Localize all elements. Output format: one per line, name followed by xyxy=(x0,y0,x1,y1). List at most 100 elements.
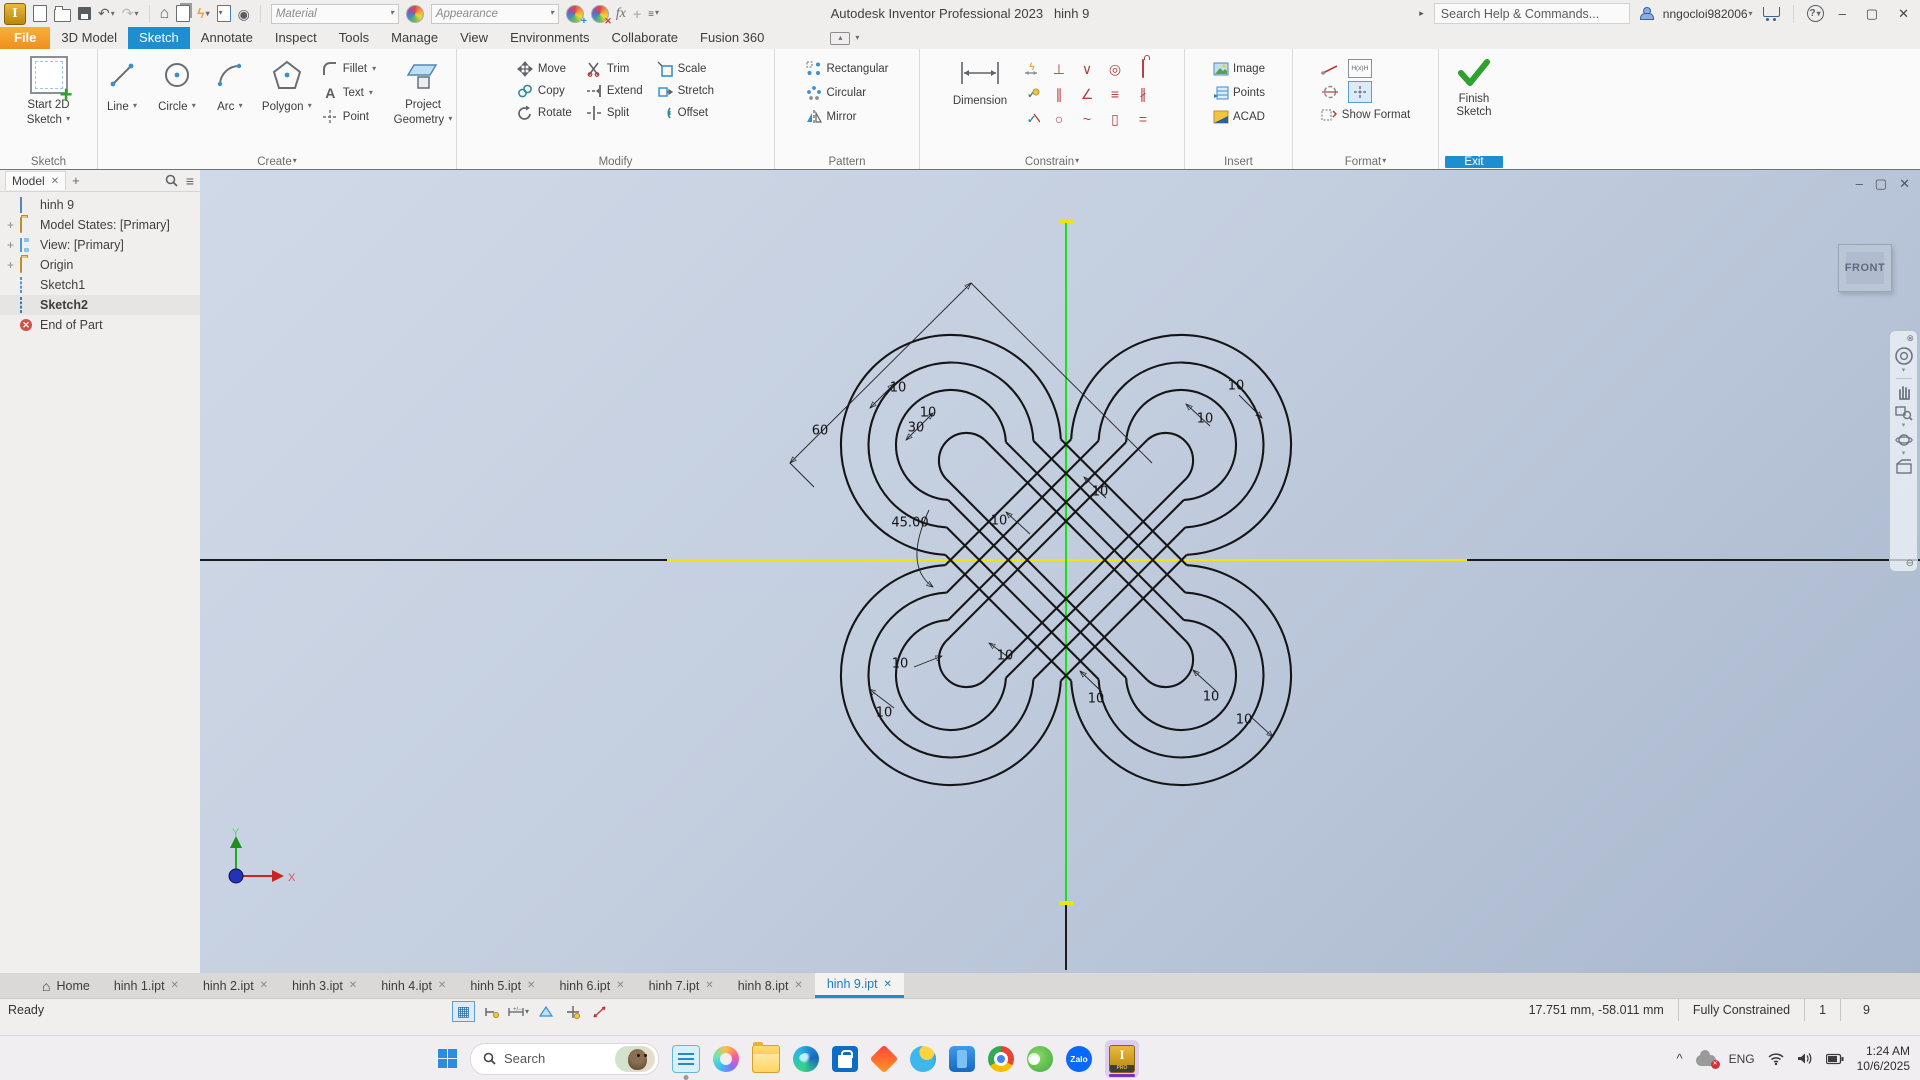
tab-fusion360[interactable]: Fusion 360 xyxy=(689,27,775,49)
sketch-canvas[interactable]: 60 10 10 30 45.00 10 10 10 10 10 10 10 1… xyxy=(200,170,1920,973)
help-search-input[interactable]: Search Help & Commands... xyxy=(1433,3,1630,24)
circle-button[interactable]: Circle xyxy=(152,52,202,114)
save-icon[interactable] xyxy=(78,7,91,20)
undo-icon[interactable]: ↶ xyxy=(98,6,115,21)
panel-label-modify[interactable]: Modify xyxy=(457,156,774,168)
zalo-app-icon[interactable]: Zalo xyxy=(1066,1045,1092,1072)
phone-link-icon[interactable] xyxy=(949,1045,975,1072)
clock[interactable]: 1:24 AM 10/6/2025 xyxy=(1857,1044,1910,1074)
smooth-constraint-icon[interactable]: ~ xyxy=(1083,111,1091,127)
view-cube-front-face[interactable]: FRONT xyxy=(1839,245,1891,291)
language-indicator[interactable]: ENG xyxy=(1729,1052,1755,1066)
tangent-constraint-icon[interactable]: ○ xyxy=(1055,111,1063,127)
extend-button[interactable]: Extend xyxy=(586,80,643,101)
perpendicular-constraint-icon[interactable]: ∠ xyxy=(1081,86,1094,102)
pan-hand-icon[interactable] xyxy=(1895,383,1913,401)
tab-close-icon[interactable]: ✕ xyxy=(438,980,446,991)
move-button[interactable]: Move xyxy=(517,58,572,79)
window-minimize-button[interactable]: – xyxy=(1834,6,1851,21)
doc-minimize-icon[interactable]: – xyxy=(1856,176,1863,192)
dim-label-30[interactable]: 30 xyxy=(908,421,925,436)
center-point-icon[interactable] xyxy=(1347,80,1372,103)
panel-label-pattern[interactable]: Pattern xyxy=(775,156,919,168)
equal-constraint-icon[interactable]: = xyxy=(1139,111,1147,127)
insert-acad-button[interactable]: ACAD xyxy=(1212,106,1265,127)
ribbon-display-options[interactable]: ▴ xyxy=(830,32,859,49)
qat-options-icon[interactable]: ≡ xyxy=(648,6,659,22)
tab-close-icon[interactable]: ✕ xyxy=(616,980,624,991)
text-button[interactable]: A Text xyxy=(322,82,376,103)
navbar-close-icon[interactable]: ⊗ xyxy=(1906,333,1917,344)
dim-label-10[interactable]: 10 xyxy=(991,514,1008,529)
dim-label-10[interactable]: 10 xyxy=(1203,690,1220,705)
coincident-constraint-icon[interactable]: ⊥ xyxy=(1053,61,1065,77)
auto-dimension-icon[interactable]: ϟ xyxy=(1023,60,1040,77)
search-highlight-image[interactable] xyxy=(615,1045,655,1072)
tree-item-end-of-part[interactable]: ✕ End of Part xyxy=(0,315,200,335)
constraint-inference-toggle[interactable] xyxy=(481,1002,502,1021)
home-view-icon[interactable]: ⌂ xyxy=(160,5,170,21)
rectangular-pattern-button[interactable]: Rectangular xyxy=(805,58,889,79)
file-explorer-icon[interactable] xyxy=(752,1041,780,1073)
dim-label-10[interactable]: 10 xyxy=(1228,379,1245,394)
tab-file[interactable]: File xyxy=(0,27,51,49)
doc-restore-icon[interactable]: ▢ xyxy=(1875,176,1887,192)
dim-label-10[interactable]: 10 xyxy=(920,406,937,421)
offset-button[interactable]: Offset xyxy=(657,102,714,123)
navigation-wheel-icon[interactable] xyxy=(1894,346,1914,366)
rotate-button[interactable]: Rotate xyxy=(517,102,572,123)
edge-browser-icon[interactable] xyxy=(793,1045,819,1072)
doc-tab-hinh6[interactable]: hinh 6.ipt ✕ xyxy=(547,973,636,998)
browser-add-tab-icon[interactable]: + xyxy=(72,173,80,188)
tab-environments[interactable]: Environments xyxy=(499,27,600,49)
material-wheel-icon[interactable] xyxy=(405,4,424,23)
dim-label-10[interactable]: 10 xyxy=(1236,713,1253,728)
clear-appearance-icon[interactable] xyxy=(590,4,612,27)
ilogic-bolt-icon[interactable]: ϟ xyxy=(197,6,209,21)
copy-paste-icon[interactable] xyxy=(176,5,191,22)
dimension-display-toggle[interactable]: +/− xyxy=(508,1002,529,1021)
lock-constraint-icon[interactable] xyxy=(1142,58,1144,78)
tab-close-icon[interactable]: ✕ xyxy=(705,980,713,991)
insert-points-button[interactable]: Points xyxy=(1212,82,1265,103)
expand-icon[interactable]: + xyxy=(6,258,15,272)
tab-manage[interactable]: Manage xyxy=(380,27,449,49)
help-icon[interactable]: ? xyxy=(1806,5,1824,22)
dim-label-10[interactable]: 10 xyxy=(1092,485,1109,500)
polygon-button[interactable]: Polygon xyxy=(258,52,316,114)
tree-item-part[interactable]: hinh 9 xyxy=(0,195,200,215)
inventor-taskbar-icon[interactable]: I PRO xyxy=(1105,1039,1139,1078)
dim-label-10[interactable]: 10 xyxy=(1088,692,1105,707)
material-dropdown[interactable]: Material xyxy=(270,3,399,24)
navbar-caret[interactable]: ▾ xyxy=(1902,367,1906,374)
notepad-app-icon[interactable] xyxy=(672,1044,700,1073)
doc-close-icon[interactable]: ✕ xyxy=(1899,176,1910,192)
coccoc-browser-icon[interactable] xyxy=(1027,1045,1053,1072)
dim-label-10[interactable]: 10 xyxy=(997,649,1014,664)
scale-button[interactable]: Scale xyxy=(657,58,714,79)
dimension-button[interactable]: Dimension xyxy=(947,52,1013,108)
view-cube[interactable]: FRONT xyxy=(1838,244,1892,292)
expand-search-icon[interactable]: ▸ xyxy=(1419,8,1424,19)
degrees-of-freedom-toggle[interactable] xyxy=(589,1002,610,1021)
dim-label-10[interactable]: 10 xyxy=(876,706,893,721)
line-button[interactable]: Line xyxy=(98,52,146,114)
circular-pattern-button[interactable]: Circular xyxy=(805,82,888,103)
show-format-button[interactable]: Show Format xyxy=(1321,104,1410,125)
panel-label-constrain[interactable]: Constrain xyxy=(920,156,1184,168)
vertical-constraint-icon[interactable]: ▯ xyxy=(1111,111,1119,127)
select-window-icon[interactable] xyxy=(216,5,231,22)
tab-view[interactable]: View xyxy=(449,27,499,49)
orbit-icon[interactable] xyxy=(1894,431,1913,449)
panel-label-create[interactable]: Create xyxy=(98,156,456,168)
navbar-caret[interactable]: ▾ xyxy=(1902,450,1906,457)
expand-icon[interactable]: + xyxy=(6,238,15,252)
tab-sketch[interactable]: Sketch xyxy=(128,27,190,49)
dim-label-10[interactable]: 10 xyxy=(890,381,907,396)
browser-menu-icon[interactable]: ≡ xyxy=(186,173,194,189)
redo-icon[interactable]: ↷ xyxy=(122,6,139,21)
doc-tab-hinh4[interactable]: hinh 4.ipt ✕ xyxy=(369,973,458,998)
dim-label-10[interactable]: 10 xyxy=(892,657,909,672)
chrome-browser-icon[interactable] xyxy=(988,1045,1014,1072)
tree-item-model-states[interactable]: + Model States: [Primary] xyxy=(0,215,200,235)
